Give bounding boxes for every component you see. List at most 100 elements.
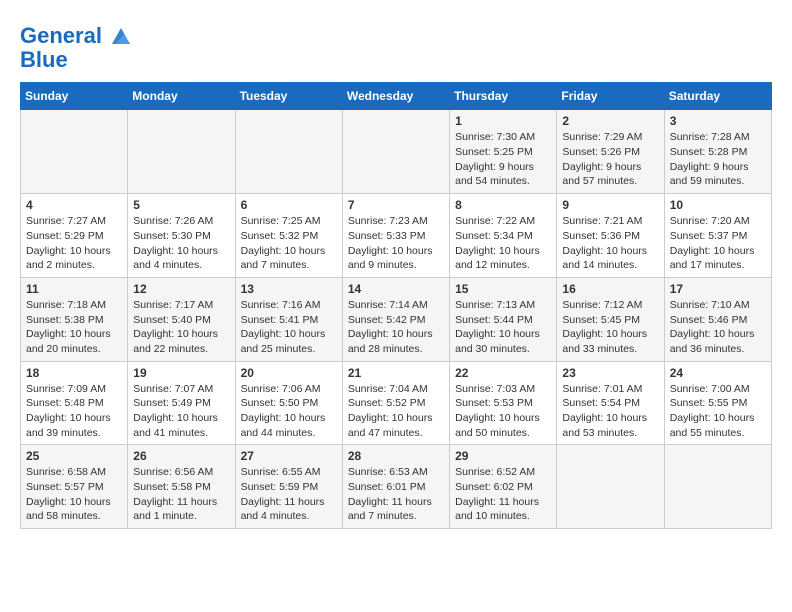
day-info: Sunrise: 7:23 AM Sunset: 5:33 PM Dayligh… <box>348 214 444 273</box>
calendar-week-row: 4 Sunrise: 7:27 AM Sunset: 5:29 PM Daylig… <box>21 194 772 278</box>
calendar-cell <box>21 110 128 194</box>
calendar-cell: 14 Sunrise: 7:14 AM Sunset: 5:42 PM Dayli… <box>342 277 449 361</box>
logo-icon <box>110 26 132 48</box>
calendar-cell: 29 Sunrise: 6:52 AM Sunset: 6:02 PM Dayli… <box>450 445 557 529</box>
day-info: Sunrise: 7:29 AM Sunset: 5:26 PM Dayligh… <box>562 130 658 189</box>
calendar-cell: 16Sunrise: 7:12 AM Sunset: 5:45 PM Dayli… <box>557 277 664 361</box>
logo-blue-text: Blue <box>20 48 132 72</box>
day-number: 24 <box>670 366 766 380</box>
day-number: 26 <box>133 449 229 463</box>
day-number: 12 <box>133 282 229 296</box>
calendar-cell: 3 Sunrise: 7:28 AM Sunset: 5:28 PM Daylig… <box>664 110 771 194</box>
day-number: 21 <box>348 366 444 380</box>
calendar-cell <box>557 445 664 529</box>
day-info: Sunrise: 7:01 AM Sunset: 5:54 PM Dayligh… <box>562 382 658 441</box>
day-info: Sunrise: 6:56 AM Sunset: 5:58 PM Dayligh… <box>133 465 229 524</box>
day-number: 18 <box>26 366 122 380</box>
calendar-cell: 27 Sunrise: 6:55 AM Sunset: 5:59 PM Dayli… <box>235 445 342 529</box>
calendar-cell: 19 Sunrise: 7:07 AM Sunset: 5:49 PM Dayli… <box>128 361 235 445</box>
day-number: 3 <box>670 114 766 128</box>
day-number: 11 <box>26 282 122 296</box>
day-info: Sunrise: 7:13 AM Sunset: 5:44 PM Dayligh… <box>455 298 551 357</box>
day-number: 15 <box>455 282 551 296</box>
logo: General Blue <box>20 24 132 72</box>
day-info: Sunrise: 7:14 AM Sunset: 5:42 PM Dayligh… <box>348 298 444 357</box>
day-info: Sunrise: 7:12 AM Sunset: 5:45 PM Dayligh… <box>562 298 658 357</box>
day-info: Sunrise: 7:27 AM Sunset: 5:29 PM Dayligh… <box>26 214 122 273</box>
calendar-cell: 28Sunrise: 6:53 AM Sunset: 6:01 PM Dayli… <box>342 445 449 529</box>
day-info: Sunrise: 7:10 AM Sunset: 5:46 PM Dayligh… <box>670 298 766 357</box>
calendar-cell <box>342 110 449 194</box>
calendar-cell: 11 Sunrise: 7:18 AM Sunset: 5:38 PM Dayli… <box>21 277 128 361</box>
day-number: 25 <box>26 449 122 463</box>
day-info: Sunrise: 6:55 AM Sunset: 5:59 PM Dayligh… <box>241 465 337 524</box>
day-number: 4 <box>26 198 122 212</box>
day-info: Sunrise: 7:06 AM Sunset: 5:50 PM Dayligh… <box>241 382 337 441</box>
calendar-week-row: 18 Sunrise: 7:09 AM Sunset: 5:48 PM Dayli… <box>21 361 772 445</box>
calendar-cell: 17 Sunrise: 7:10 AM Sunset: 5:46 PM Dayli… <box>664 277 771 361</box>
calendar-cell <box>128 110 235 194</box>
calendar-cell: 21 Sunrise: 7:04 AM Sunset: 5:52 PM Dayli… <box>342 361 449 445</box>
page-header: General Blue <box>20 20 772 72</box>
day-number: 13 <box>241 282 337 296</box>
day-of-week-header: Wednesday <box>342 83 449 110</box>
day-info: Sunrise: 7:20 AM Sunset: 5:37 PM Dayligh… <box>670 214 766 273</box>
day-info: Sunrise: 7:03 AM Sunset: 5:53 PM Dayligh… <box>455 382 551 441</box>
calendar-cell: 10 Sunrise: 7:20 AM Sunset: 5:37 PM Dayli… <box>664 194 771 278</box>
day-info: Sunrise: 7:09 AM Sunset: 5:48 PM Dayligh… <box>26 382 122 441</box>
day-info: Sunrise: 7:04 AM Sunset: 5:52 PM Dayligh… <box>348 382 444 441</box>
day-info: Sunrise: 7:21 AM Sunset: 5:36 PM Dayligh… <box>562 214 658 273</box>
day-info: Sunrise: 7:28 AM Sunset: 5:28 PM Dayligh… <box>670 130 766 189</box>
day-number: 19 <box>133 366 229 380</box>
calendar-cell: 5 Sunrise: 7:26 AM Sunset: 5:30 PM Daylig… <box>128 194 235 278</box>
day-info: Sunrise: 7:16 AM Sunset: 5:41 PM Dayligh… <box>241 298 337 357</box>
day-number: 27 <box>241 449 337 463</box>
day-of-week-header: Thursday <box>450 83 557 110</box>
day-info: Sunrise: 7:00 AM Sunset: 5:55 PM Dayligh… <box>670 382 766 441</box>
calendar-cell: 9 Sunrise: 7:21 AM Sunset: 5:36 PM Daylig… <box>557 194 664 278</box>
calendar-cell: 4 Sunrise: 7:27 AM Sunset: 5:29 PM Daylig… <box>21 194 128 278</box>
day-info: Sunrise: 7:30 AM Sunset: 5:25 PM Dayligh… <box>455 130 551 189</box>
day-info: Sunrise: 6:52 AM Sunset: 6:02 PM Dayligh… <box>455 465 551 524</box>
calendar-cell: 1 Sunrise: 7:30 AM Sunset: 5:25 PM Daylig… <box>450 110 557 194</box>
day-number: 17 <box>670 282 766 296</box>
day-of-week-header: Sunday <box>21 83 128 110</box>
calendar-cell: 25Sunrise: 6:58 AM Sunset: 5:57 PM Dayli… <box>21 445 128 529</box>
day-number: 6 <box>241 198 337 212</box>
day-info: Sunrise: 7:07 AM Sunset: 5:49 PM Dayligh… <box>133 382 229 441</box>
day-info: Sunrise: 7:26 AM Sunset: 5:30 PM Dayligh… <box>133 214 229 273</box>
day-number: 22 <box>455 366 551 380</box>
calendar-cell: 2 Sunrise: 7:29 AM Sunset: 5:26 PM Daylig… <box>557 110 664 194</box>
calendar-cell: 26 Sunrise: 6:56 AM Sunset: 5:58 PM Dayli… <box>128 445 235 529</box>
day-info: Sunrise: 7:22 AM Sunset: 5:34 PM Dayligh… <box>455 214 551 273</box>
calendar-cell: 24 Sunrise: 7:00 AM Sunset: 5:55 PM Dayli… <box>664 361 771 445</box>
day-of-week-header: Tuesday <box>235 83 342 110</box>
calendar-cell: 20Sunrise: 7:06 AM Sunset: 5:50 PM Dayli… <box>235 361 342 445</box>
calendar-cell: 18 Sunrise: 7:09 AM Sunset: 5:48 PM Dayli… <box>21 361 128 445</box>
calendar-week-row: 11 Sunrise: 7:18 AM Sunset: 5:38 PM Dayli… <box>21 277 772 361</box>
day-info: Sunrise: 7:17 AM Sunset: 5:40 PM Dayligh… <box>133 298 229 357</box>
day-of-week-header: Friday <box>557 83 664 110</box>
day-of-week-header: Monday <box>128 83 235 110</box>
calendar-cell: 23Sunrise: 7:01 AM Sunset: 5:54 PM Dayli… <box>557 361 664 445</box>
calendar-cell: 7 Sunrise: 7:23 AM Sunset: 5:33 PM Daylig… <box>342 194 449 278</box>
day-number: 7 <box>348 198 444 212</box>
day-number: 1 <box>455 114 551 128</box>
calendar-cell <box>664 445 771 529</box>
logo-text: General <box>20 24 132 48</box>
calendar-cell: 13 Sunrise: 7:16 AM Sunset: 5:41 PM Dayli… <box>235 277 342 361</box>
day-number: 10 <box>670 198 766 212</box>
calendar-cell: 22 Sunrise: 7:03 AM Sunset: 5:53 PM Dayli… <box>450 361 557 445</box>
day-info: Sunrise: 7:18 AM Sunset: 5:38 PM Dayligh… <box>26 298 122 357</box>
calendar-week-row: 1 Sunrise: 7:30 AM Sunset: 5:25 PM Daylig… <box>21 110 772 194</box>
day-number: 5 <box>133 198 229 212</box>
calendar-cell <box>235 110 342 194</box>
day-number: 29 <box>455 449 551 463</box>
calendar-cell: 15 Sunrise: 7:13 AM Sunset: 5:44 PM Dayli… <box>450 277 557 361</box>
day-number: 9 <box>562 198 658 212</box>
day-info: Sunrise: 6:53 AM Sunset: 6:01 PM Dayligh… <box>348 465 444 524</box>
calendar-week-row: 25Sunrise: 6:58 AM Sunset: 5:57 PM Dayli… <box>21 445 772 529</box>
day-number: 2 <box>562 114 658 128</box>
day-number: 14 <box>348 282 444 296</box>
calendar-header-row: SundayMondayTuesdayWednesdayThursdayFrid… <box>21 83 772 110</box>
